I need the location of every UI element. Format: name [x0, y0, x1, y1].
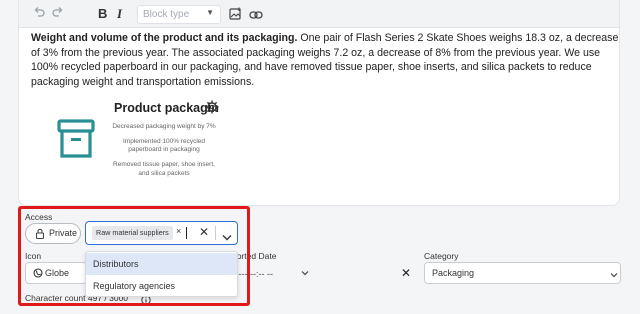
reported-date-input[interactable]: /---- --:-- -- ✕: [228, 262, 420, 284]
link-icon[interactable]: [249, 8, 263, 24]
image-icon[interactable]: [229, 7, 242, 24]
category-value: Packaging: [432, 268, 475, 278]
date-value: /---- --:-- --: [233, 269, 273, 279]
redo-icon[interactable]: [52, 6, 64, 22]
card-line: Removed tissue paper, shoe insert,: [113, 161, 215, 168]
paragraph-lead: Weight and volume of the product and its…: [31, 32, 298, 44]
private-label: Private: [49, 228, 78, 238]
chevron-down-icon[interactable]: [222, 228, 232, 246]
caret-down-icon: ▼: [206, 8, 214, 17]
bold-button[interactable]: B: [98, 6, 107, 22]
chevron-down-icon[interactable]: [301, 268, 309, 278]
private-button[interactable]: Private: [25, 223, 81, 244]
block-type-placeholder: Block type: [143, 9, 190, 20]
char-count-label: Character count: [25, 293, 86, 303]
option-regulatory-agencies[interactable]: Regulatory agencies: [86, 275, 237, 297]
globe-icon: [33, 268, 43, 280]
divider: [215, 226, 216, 240]
category-select[interactable]: Packaging: [424, 262, 621, 284]
card-line: paperboard in packaging: [128, 146, 200, 153]
editor-card: B I Block type ▼ Weight and volume of th…: [18, 0, 620, 206]
archive-box-icon: [57, 119, 95, 164]
remove-chip-icon[interactable]: ×: [176, 226, 181, 236]
description-paragraph[interactable]: Weight and volume of the product and its…: [31, 31, 621, 89]
icon-value: Globe: [45, 268, 70, 278]
undo-icon[interactable]: [33, 6, 45, 22]
editor-toolbar: B I Block type ▼: [19, 0, 619, 28]
chip-label: Raw material suppliers: [96, 228, 169, 237]
clear-icon[interactable]: ✕: [199, 225, 209, 239]
category-label: Category: [424, 251, 459, 261]
icon-select[interactable]: Globe: [25, 262, 87, 284]
italic-button[interactable]: I: [117, 6, 122, 22]
access-label: Access: [25, 212, 53, 222]
block-type-select[interactable]: Block type ▼: [137, 5, 221, 24]
gear-icon[interactable]: [205, 100, 219, 119]
icon-label: Icon: [25, 251, 42, 261]
selected-chip: Raw material suppliers: [92, 226, 173, 240]
option-distributors[interactable]: Distributors: [86, 253, 237, 275]
card-title: Product packagin: [114, 101, 219, 115]
reported-date-label: ported Date: [232, 251, 277, 261]
card-line: and silica packets: [138, 170, 190, 177]
clear-date-icon[interactable]: ✕: [401, 266, 411, 280]
text-cursor: [186, 227, 187, 239]
audience-multiselect[interactable]: Raw material suppliers × ✕: [85, 221, 238, 245]
chevron-down-icon: [610, 270, 618, 280]
dropdown-menu: Distributors Regulatory agencies: [85, 251, 238, 297]
card-line: Decreased packaging weight by 7%: [112, 123, 216, 130]
lock-icon: [35, 228, 45, 241]
